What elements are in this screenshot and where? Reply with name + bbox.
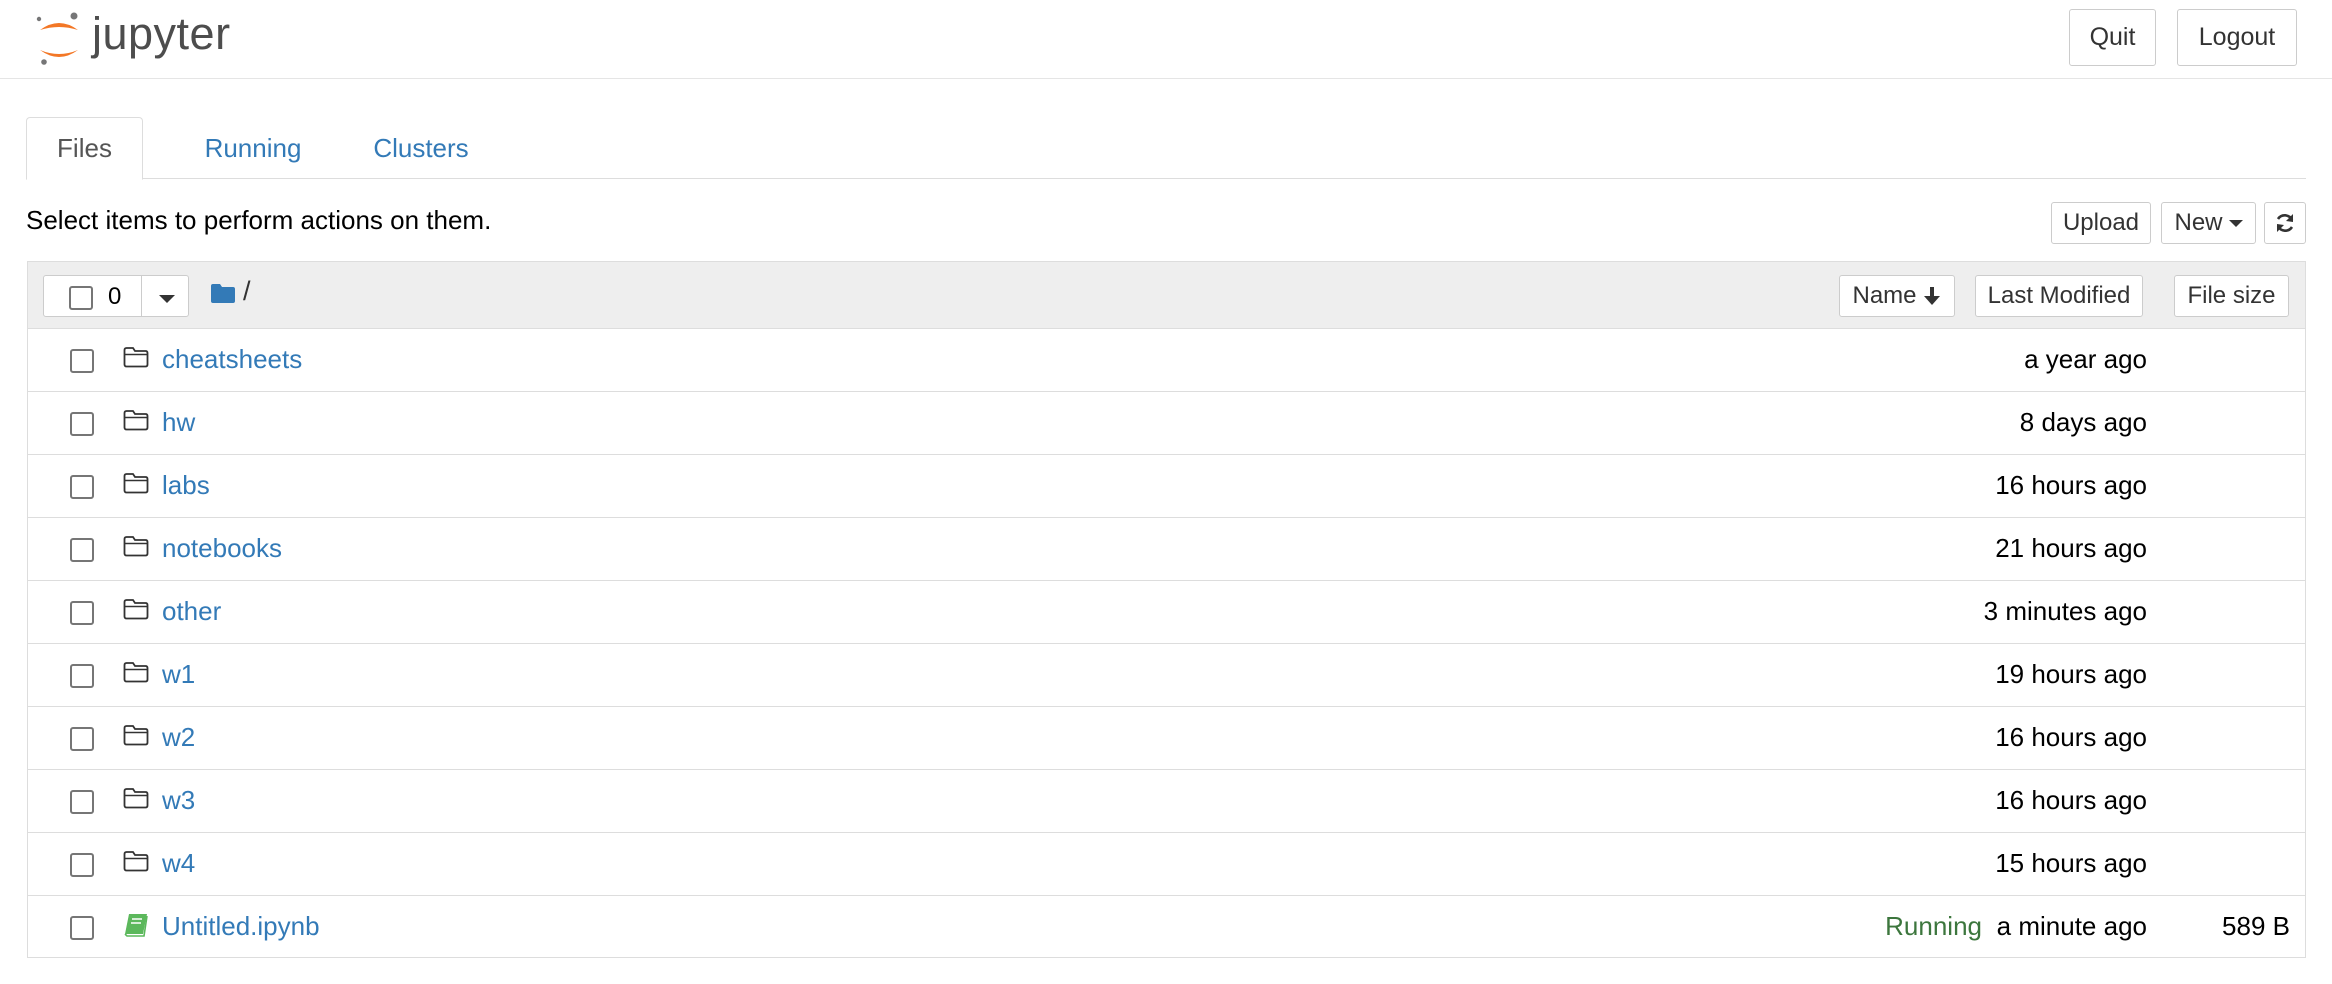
- new-dropdown-button[interactable]: New: [2161, 202, 2256, 244]
- file-name-link[interactable]: notebooks: [162, 533, 282, 564]
- running-status: Running: [1885, 911, 1982, 941]
- sort-by-size-button[interactable]: File size: [2174, 275, 2289, 317]
- last-modified: 19 hours ago: [1995, 659, 2147, 689]
- file-row[interactable]: Untitled.ipynb Running a minute ago 589 B: [28, 896, 2305, 959]
- file-row[interactable]: w2 16 hours ago: [28, 707, 2305, 770]
- logo-text: jupyter: [92, 8, 231, 59]
- jupyter-logo-icon: [36, 12, 78, 65]
- file-row[interactable]: w3 16 hours ago: [28, 770, 2305, 833]
- file-size: 589 B: [2222, 911, 2290, 941]
- folder-outline-icon: [123, 535, 149, 562]
- last-modified: 8 days ago: [2019, 407, 2147, 437]
- file-name-link[interactable]: w3: [162, 785, 195, 816]
- quit-button[interactable]: Quit: [2069, 9, 2156, 66]
- file-name-link[interactable]: other: [162, 596, 221, 627]
- row-checkbox[interactable]: [70, 664, 94, 688]
- folder-outline-icon: [123, 661, 149, 688]
- divider: [141, 276, 142, 316]
- caret-down-icon: [2228, 219, 2243, 227]
- top-header: jupyter Quit Logout: [0, 0, 2332, 79]
- folder-outline-icon: [123, 472, 149, 499]
- file-list: 0 / Name Last Modified File size cheatsh…: [27, 261, 2306, 958]
- notebook-icon: [123, 913, 149, 942]
- select-all-checkbox[interactable]: [69, 286, 93, 310]
- file-name-link[interactable]: hw: [162, 407, 195, 438]
- row-checkbox[interactable]: [70, 853, 94, 877]
- file-name-link[interactable]: w4: [162, 848, 195, 879]
- caret-down-icon[interactable]: [159, 295, 175, 303]
- file-row[interactable]: notebooks 21 hours ago: [28, 518, 2305, 581]
- row-checkbox[interactable]: [70, 916, 94, 940]
- jupyter-logo[interactable]: jupyter: [34, 8, 254, 68]
- file-row[interactable]: other 3 minutes ago: [28, 581, 2305, 644]
- file-name-link[interactable]: cheatsheets: [162, 344, 302, 375]
- folder-outline-icon: [123, 409, 149, 436]
- row-checkbox[interactable]: [70, 538, 94, 562]
- sort-name-label: Name: [1852, 282, 1917, 309]
- last-modified: 16 hours ago: [1995, 785, 2147, 815]
- refresh-button[interactable]: [2264, 202, 2306, 244]
- last-modified: 3 minutes ago: [1983, 596, 2147, 626]
- file-name-link[interactable]: Untitled.ipynb: [162, 911, 320, 942]
- row-checkbox[interactable]: [70, 475, 94, 499]
- last-modified: 16 hours ago: [1995, 722, 2147, 752]
- breadcrumb-root[interactable]: /: [243, 276, 251, 307]
- row-checkbox[interactable]: [70, 601, 94, 625]
- folder-outline-icon: [123, 850, 149, 877]
- file-row[interactable]: cheatsheets a year ago: [28, 329, 2305, 392]
- new-label: New: [2174, 209, 2223, 236]
- file-name-link[interactable]: w1: [162, 659, 195, 690]
- instructions-text: Select items to perform actions on them.: [26, 205, 492, 235]
- row-checkbox[interactable]: [70, 412, 94, 436]
- tab-clusters[interactable]: Clusters: [342, 117, 500, 179]
- arrow-down-icon: [1923, 287, 1940, 305]
- file-name-link[interactable]: labs: [162, 470, 210, 501]
- file-row[interactable]: w1 19 hours ago: [28, 644, 2305, 707]
- last-modified: 15 hours ago: [1995, 848, 2147, 878]
- file-list-header: 0 / Name Last Modified File size: [28, 262, 2305, 329]
- tab-running[interactable]: Running: [176, 117, 330, 179]
- folder-outline-icon: [123, 787, 149, 814]
- tab-bar: Files Running Clusters: [26, 117, 2306, 180]
- select-all-control[interactable]: 0: [43, 275, 189, 317]
- file-name-link[interactable]: w2: [162, 722, 195, 753]
- upload-button[interactable]: Upload: [2051, 202, 2151, 244]
- row-checkbox[interactable]: [70, 727, 94, 751]
- file-row[interactable]: labs 16 hours ago: [28, 455, 2305, 518]
- refresh-icon: [2276, 214, 2294, 232]
- row-checkbox[interactable]: [70, 790, 94, 814]
- sort-by-modified-button[interactable]: Last Modified: [1975, 275, 2143, 317]
- last-modified: 21 hours ago: [1995, 533, 2147, 563]
- row-checkbox[interactable]: [70, 349, 94, 373]
- folder-outline-icon: [123, 724, 149, 751]
- last-modified: a year ago: [2024, 344, 2147, 374]
- folder-outline-icon: [123, 598, 149, 625]
- file-row[interactable]: w4 15 hours ago: [28, 833, 2305, 896]
- file-row[interactable]: hw 8 days ago: [28, 392, 2305, 455]
- folder-icon[interactable]: [211, 283, 235, 303]
- last-modified: a minute ago: [1996, 911, 2147, 941]
- sort-by-name-button[interactable]: Name: [1839, 275, 1955, 317]
- logout-button[interactable]: Logout: [2177, 9, 2297, 66]
- tab-files[interactable]: Files: [26, 117, 143, 180]
- folder-outline-icon: [123, 346, 149, 373]
- selected-count: 0: [108, 283, 122, 310]
- last-modified: 16 hours ago: [1995, 470, 2147, 500]
